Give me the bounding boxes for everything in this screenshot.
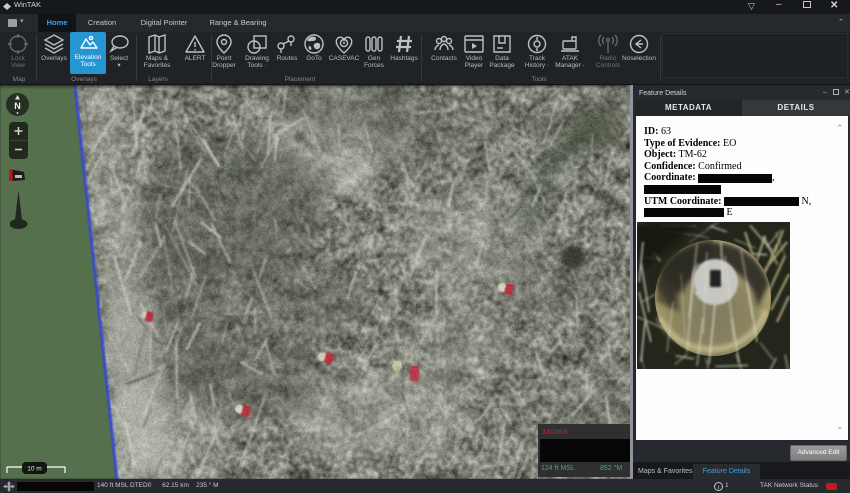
svg-text:N: N	[14, 101, 21, 111]
svg-text:10 m: 10 m	[27, 466, 41, 473]
svg-text:i: i	[718, 484, 720, 491]
